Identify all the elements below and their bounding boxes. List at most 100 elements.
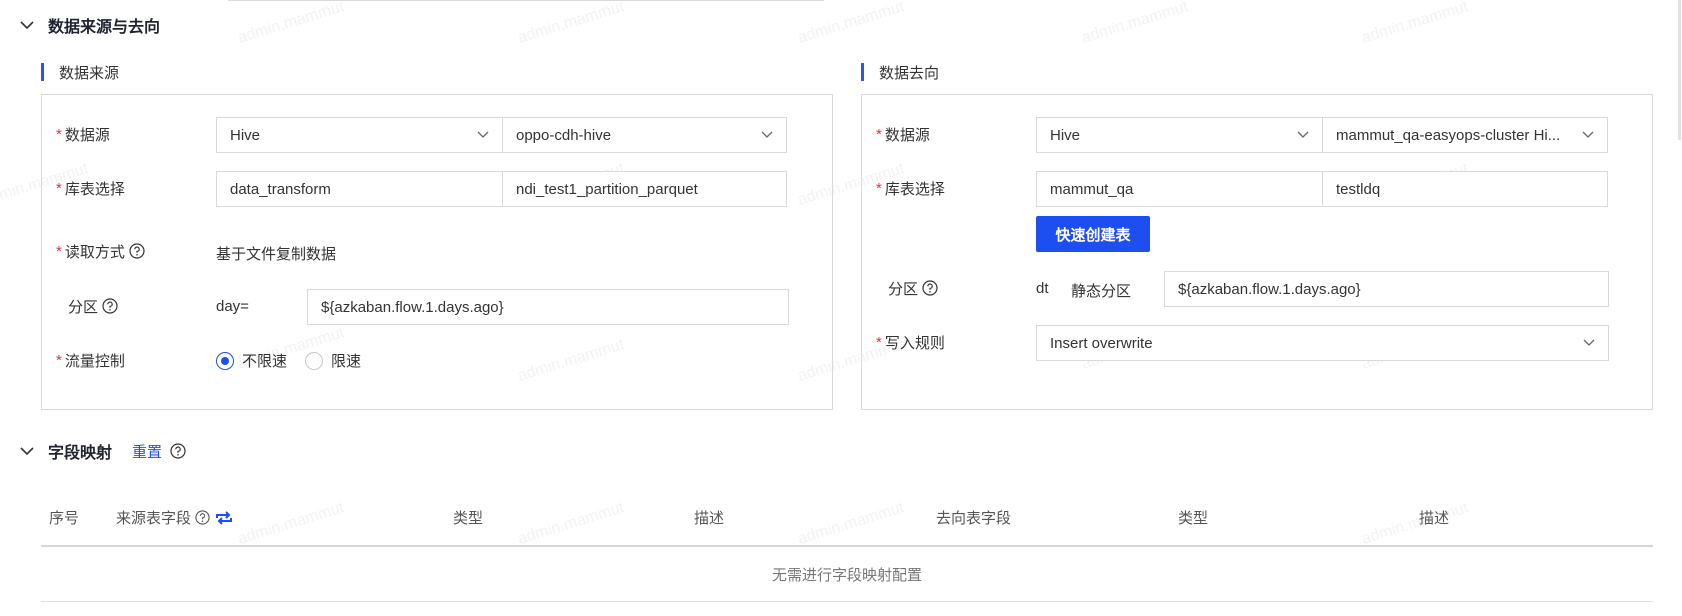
target-table-select-label: * 库表选择 <box>876 177 945 199</box>
radio-label: 限速 <box>331 353 362 370</box>
source-datasource-cluster-select[interactable]: oppo-cdh-hive <box>502 117 787 153</box>
radio-dot <box>216 351 234 370</box>
label-text: 数据源 <box>884 126 930 144</box>
required-mark: * <box>56 351 62 369</box>
select-value: Hive <box>230 126 261 144</box>
source-title: 数据来源 <box>59 64 120 82</box>
quick-create-table-button[interactable]: 快速创建表 <box>1036 216 1150 252</box>
radio-label: 不限速 <box>242 353 288 370</box>
refresh-icon[interactable] <box>215 510 233 526</box>
target-subheader: 数据去向 <box>861 62 939 82</box>
target-partition-label: 分区 <box>888 277 938 299</box>
required-mark: * <box>56 125 62 143</box>
input-value: data_transform <box>230 180 331 198</box>
watermark: admin.mammut <box>515 0 627 47</box>
chevron-down-icon <box>1582 131 1594 139</box>
input-value: ndi_test1_partition_parquet <box>516 180 698 198</box>
target-write-rule-select[interactable]: Insert overwrite <box>1036 325 1609 361</box>
section-title: 字段映射 <box>48 445 113 462</box>
radio-unlimited[interactable]: 不限速 <box>216 350 287 371</box>
chevron-down-icon[interactable] <box>16 440 38 462</box>
watermark: admin.mammut <box>235 0 347 47</box>
target-partition-value-input[interactable]: ${azkaban.flow.1.days.ago} <box>1164 271 1609 307</box>
top-divider <box>228 0 824 1</box>
required-mark: * <box>876 179 882 197</box>
target-title: 数据去向 <box>879 64 940 82</box>
chevron-down-icon <box>1583 339 1595 347</box>
watermark: admin.mammut <box>1359 0 1471 47</box>
section-field-mapping-header[interactable]: 字段映射 重置 <box>16 439 186 463</box>
select-value: oppo-cdh-hive <box>516 126 612 144</box>
empty-state-text: 无需进行字段映射配置 <box>771 567 922 584</box>
column-header-source-type: 类型 <box>453 510 484 527</box>
required-mark: * <box>876 333 882 351</box>
column-header-source-desc: 描述 <box>694 510 725 527</box>
input-value: ${azkaban.flow.1.days.ago} <box>1178 280 1361 298</box>
target-write-rule-label: * 写入规则 <box>876 331 945 353</box>
scrollbar[interactable] <box>1678 0 1681 140</box>
label-text: 流量控制 <box>64 352 125 370</box>
watermark: admin.mammut <box>1359 499 1471 548</box>
label-text: 库表选择 <box>884 180 945 198</box>
label-text: 写入规则 <box>884 334 945 352</box>
source-partition-label: 分区 <box>68 295 118 317</box>
required-mark: * <box>56 179 62 197</box>
label-text: 分区 <box>888 280 919 298</box>
source-flow-control-label: * 流量控制 <box>56 349 125 371</box>
target-table-input[interactable]: testldq <box>1322 171 1608 207</box>
target-datasource-label: * 数据源 <box>876 123 930 145</box>
section-source-target-header[interactable]: 数据来源与去向 <box>16 13 160 37</box>
section-title: 数据来源与去向 <box>48 19 161 36</box>
watermark: admin.mammut <box>795 499 907 548</box>
target-database-input[interactable]: mammut_qa <box>1036 171 1323 207</box>
help-icon[interactable] <box>129 243 145 259</box>
source-read-mode-value: 基于文件复制数据 <box>216 246 337 263</box>
column-header-source-field: 来源表字段 <box>116 507 233 528</box>
label-text: 读取方式 <box>64 243 125 261</box>
column-header-label: 来源表字段 <box>116 510 192 527</box>
required-mark: * <box>876 125 882 143</box>
source-table-select-label: * 库表选择 <box>56 177 125 199</box>
source-partition-key: day= <box>216 298 249 315</box>
source-database-input[interactable]: data_transform <box>216 171 503 207</box>
select-value: mammut_qa-easyops-cluster Hi... <box>1336 126 1561 144</box>
select-value: Insert overwrite <box>1050 334 1153 352</box>
watermark: admin.mammut <box>1079 0 1191 47</box>
label-text: 分区 <box>68 298 99 316</box>
watermark: admin.mammut <box>795 0 907 47</box>
column-header-target-desc: 描述 <box>1419 510 1450 527</box>
target-partition-key: dt <box>1036 280 1049 297</box>
chevron-down-icon <box>1297 131 1309 139</box>
radio-limited[interactable]: 限速 <box>305 350 361 371</box>
table-bottom-divider <box>41 601 1653 602</box>
help-icon[interactable] <box>922 280 938 296</box>
target-partition-mode: 静态分区 <box>1071 283 1132 300</box>
column-header-target-type: 类型 <box>1178 510 1209 527</box>
reset-link[interactable]: 重置 <box>132 441 162 462</box>
target-datasource-cluster-select[interactable]: mammut_qa-easyops-cluster Hi... <box>1322 117 1608 153</box>
source-subheader: 数据来源 <box>41 62 119 82</box>
label-text: 数据源 <box>64 126 110 144</box>
target-datasource-type-select[interactable]: Hive <box>1036 117 1323 153</box>
help-icon[interactable] <box>102 298 118 314</box>
chevron-down-icon <box>477 131 489 139</box>
chevron-down-icon <box>761 131 773 139</box>
source-datasource-type-select[interactable]: Hive <box>216 117 503 153</box>
chevron-down-icon[interactable] <box>16 14 38 36</box>
input-value: mammut_qa <box>1050 180 1134 198</box>
help-icon[interactable] <box>195 510 210 525</box>
watermark: admin.mammut <box>235 499 347 548</box>
source-datasource-label: * 数据源 <box>56 123 110 145</box>
input-value: ${azkaban.flow.1.days.ago} <box>321 298 504 316</box>
radio-dot <box>305 351 324 370</box>
help-icon[interactable] <box>170 443 186 459</box>
flow-control-radio-group: 不限速 限速 <box>216 350 361 371</box>
table-header-divider <box>41 545 1653 547</box>
label-text: 库表选择 <box>64 180 125 198</box>
input-value: testldq <box>1336 180 1381 198</box>
source-partition-value-input[interactable]: ${azkaban.flow.1.days.ago} <box>307 289 789 325</box>
source-table-input[interactable]: ndi_test1_partition_parquet <box>502 171 787 207</box>
select-value: Hive <box>1050 126 1081 144</box>
source-read-mode-label: * 读取方式 <box>56 240 145 262</box>
accent-bar <box>861 63 864 81</box>
